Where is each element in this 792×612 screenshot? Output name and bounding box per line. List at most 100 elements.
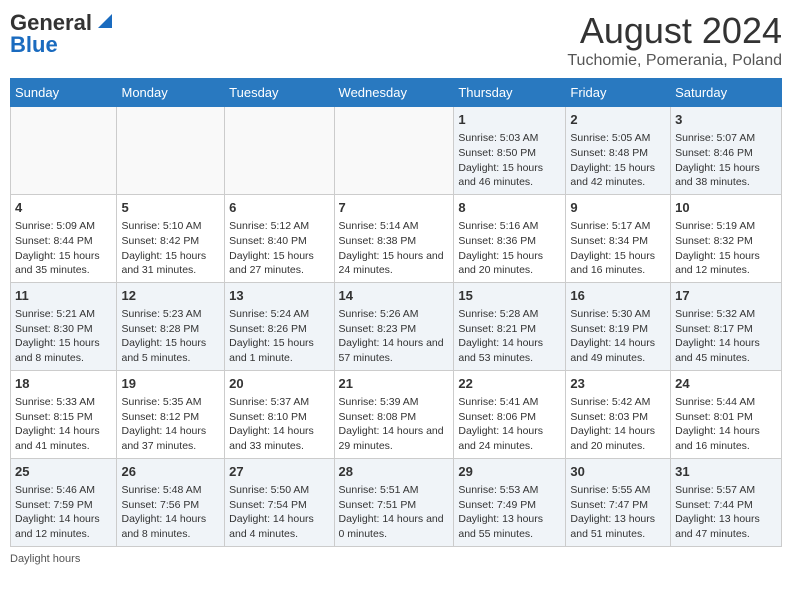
day-number: 6 — [229, 199, 329, 217]
cell-content-line: Sunset: 8:38 PM — [339, 234, 450, 249]
calendar-cell: 11Sunrise: 5:21 AMSunset: 8:30 PMDayligh… — [11, 282, 117, 370]
day-number: 1 — [458, 111, 561, 129]
calendar-week-row: 11Sunrise: 5:21 AMSunset: 8:30 PMDayligh… — [11, 282, 782, 370]
cell-content-line: Sunset: 8:30 PM — [15, 322, 112, 337]
calendar-cell: 22Sunrise: 5:41 AMSunset: 8:06 PMDayligh… — [454, 370, 566, 458]
calendar-cell: 4Sunrise: 5:09 AMSunset: 8:44 PMDaylight… — [11, 194, 117, 282]
cell-content-line: Daylight: 14 hours and 24 minutes. — [458, 424, 561, 453]
cell-content-line: Sunrise: 5:26 AM — [339, 307, 450, 322]
cell-content-line: Sunrise: 5:48 AM — [121, 483, 220, 498]
day-number: 13 — [229, 287, 329, 305]
calendar-col-header: Sunday — [11, 79, 117, 107]
cell-content-line: Sunrise: 5:32 AM — [675, 307, 777, 322]
cell-content-line: Sunrise: 5:57 AM — [675, 483, 777, 498]
cell-content-line: Sunrise: 5:33 AM — [15, 395, 112, 410]
cell-content-line: Sunrise: 5:44 AM — [675, 395, 777, 410]
calendar-col-header: Wednesday — [334, 79, 454, 107]
cell-content-line: Sunset: 7:51 PM — [339, 498, 450, 513]
calendar-col-header: Friday — [566, 79, 671, 107]
calendar-cell: 14Sunrise: 5:26 AMSunset: 8:23 PMDayligh… — [334, 282, 454, 370]
calendar-cell: 15Sunrise: 5:28 AMSunset: 8:21 PMDayligh… — [454, 282, 566, 370]
cell-content-line: Daylight: 13 hours and 55 minutes. — [458, 512, 561, 541]
cell-content-line: Sunrise: 5:28 AM — [458, 307, 561, 322]
cell-content-line: Sunrise: 5:46 AM — [15, 483, 112, 498]
day-number: 16 — [570, 287, 666, 305]
calendar-table: SundayMondayTuesdayWednesdayThursdayFrid… — [10, 78, 782, 547]
calendar-cell — [117, 107, 225, 195]
cell-content-line: Sunset: 8:32 PM — [675, 234, 777, 249]
calendar-cell: 5Sunrise: 5:10 AMSunset: 8:42 PMDaylight… — [117, 194, 225, 282]
cell-content-line: Daylight: 15 hours and 24 minutes. — [339, 249, 450, 278]
calendar-cell: 3Sunrise: 5:07 AMSunset: 8:46 PMDaylight… — [671, 107, 782, 195]
day-number: 21 — [339, 375, 450, 393]
day-number: 26 — [121, 463, 220, 481]
cell-content-line: Daylight: 14 hours and 20 minutes. — [570, 424, 666, 453]
cell-content-line: Sunset: 7:47 PM — [570, 498, 666, 513]
cell-content-line: Daylight: 14 hours and 49 minutes. — [570, 336, 666, 365]
cell-content-line: Sunset: 7:56 PM — [121, 498, 220, 513]
calendar-cell: 25Sunrise: 5:46 AMSunset: 7:59 PMDayligh… — [11, 458, 117, 546]
cell-content-line: Sunrise: 5:51 AM — [339, 483, 450, 498]
cell-content-line: Sunrise: 5:09 AM — [15, 219, 112, 234]
day-number: 22 — [458, 375, 561, 393]
cell-content-line: Sunrise: 5:50 AM — [229, 483, 329, 498]
calendar-cell: 20 Sunrise: 5:37 AMSunset: 8:10 PMDayligh… — [225, 370, 334, 458]
day-number: 31 — [675, 463, 777, 481]
calendar-cell: 12Sunrise: 5:23 AMSunset: 8:28 PMDayligh… — [117, 282, 225, 370]
calendar-week-row: 18Sunrise: 5:33 AMSunset: 8:15 PMDayligh… — [11, 370, 782, 458]
calendar-week-row: 1Sunrise: 5:03 AMSunset: 8:50 PMDaylight… — [11, 107, 782, 195]
cell-content-line: Sunset: 8:46 PM — [675, 146, 777, 161]
cell-content-line: Sunset: 7:44 PM — [675, 498, 777, 513]
calendar-week-row: 25Sunrise: 5:46 AMSunset: 7:59 PMDayligh… — [11, 458, 782, 546]
calendar-cell — [225, 107, 334, 195]
cell-content-line: Daylight: 14 hours and 33 minutes. — [229, 424, 329, 453]
cell-content-line: Sunrise: 5:07 AM — [675, 131, 777, 146]
calendar-cell: 31 Sunrise: 5:57 AMSunset: 7:44 PMDayligh… — [671, 458, 782, 546]
calendar-cell: 19Sunrise: 5:35 AMSunset: 8:12 PMDayligh… — [117, 370, 225, 458]
day-number: 7 — [339, 199, 450, 217]
day-number: 8 — [458, 199, 561, 217]
page-subtitle: Tuchomie, Pomerania, Poland — [567, 52, 782, 70]
logo-triangle-icon — [94, 12, 112, 30]
cell-content-line: Sunrise: 5:14 AM — [339, 219, 450, 234]
cell-content-line: Sunset: 7:49 PM — [458, 498, 561, 513]
cell-content-line: Sunset: 8:44 PM — [15, 234, 112, 249]
day-number: 12 — [121, 287, 220, 305]
cell-content-line: Sunset: 7:59 PM — [15, 498, 112, 513]
calendar-col-header: Tuesday — [225, 79, 334, 107]
cell-content-line: Sunset: 8:03 PM — [570, 410, 666, 425]
cell-content-line: Sunrise: 5:12 AM — [229, 219, 329, 234]
day-number: 9 — [570, 199, 666, 217]
calendar-cell: 29Sunrise: 5:53 AMSunset: 7:49 PMDayligh… — [454, 458, 566, 546]
calendar-cell: 1Sunrise: 5:03 AMSunset: 8:50 PMDaylight… — [454, 107, 566, 195]
day-number: 23 — [570, 375, 666, 393]
cell-content-line: Sunset: 8:10 PM — [229, 410, 329, 425]
calendar-week-row: 4Sunrise: 5:09 AMSunset: 8:44 PMDaylight… — [11, 194, 782, 282]
cell-content-line: Sunrise: 5:37 AM — [229, 395, 329, 410]
cell-content-line: Daylight: 14 hours and 41 minutes. — [15, 424, 112, 453]
calendar-cell: 27Sunrise: 5:50 AMSunset: 7:54 PMDayligh… — [225, 458, 334, 546]
calendar-cell: 23Sunrise: 5:42 AMSunset: 8:03 PMDayligh… — [566, 370, 671, 458]
cell-content-line: Daylight: 15 hours and 12 minutes. — [675, 249, 777, 278]
cell-content-line: Sunrise: 5:19 AM — [675, 219, 777, 234]
cell-content-line: Daylight: 14 hours and 16 minutes. — [675, 424, 777, 453]
calendar-cell: 24Sunrise: 5:44 AMSunset: 8:01 PMDayligh… — [671, 370, 782, 458]
day-number: 2 — [570, 111, 666, 129]
day-number: 27 — [229, 463, 329, 481]
cell-content-line: Daylight: 15 hours and 8 minutes. — [15, 336, 112, 365]
cell-content-line: Sunset: 8:40 PM — [229, 234, 329, 249]
cell-content-line: Daylight: 13 hours and 47 minutes. — [675, 512, 777, 541]
cell-content-line: Sunrise: 5:39 AM — [339, 395, 450, 410]
day-number: 19 — [121, 375, 220, 393]
cell-content-line: Daylight: 13 hours and 51 minutes. — [570, 512, 666, 541]
cell-content-line: Sunrise: 5:35 AM — [121, 395, 220, 410]
calendar-cell: 2Sunrise: 5:05 AMSunset: 8:48 PMDaylight… — [566, 107, 671, 195]
cell-content-line: Sunrise: 5:53 AM — [458, 483, 561, 498]
cell-content-line: Sunrise: 5:24 AM — [229, 307, 329, 322]
day-number: 20 — [229, 375, 329, 393]
cell-content-line: Sunset: 8:19 PM — [570, 322, 666, 337]
title-block: August 2024 Tuchomie, Pomerania, Poland — [567, 10, 782, 70]
cell-content-line: Sunrise: 5:05 AM — [570, 131, 666, 146]
cell-content-line: Daylight: 15 hours and 20 minutes. — [458, 249, 561, 278]
day-number: 17 — [675, 287, 777, 305]
